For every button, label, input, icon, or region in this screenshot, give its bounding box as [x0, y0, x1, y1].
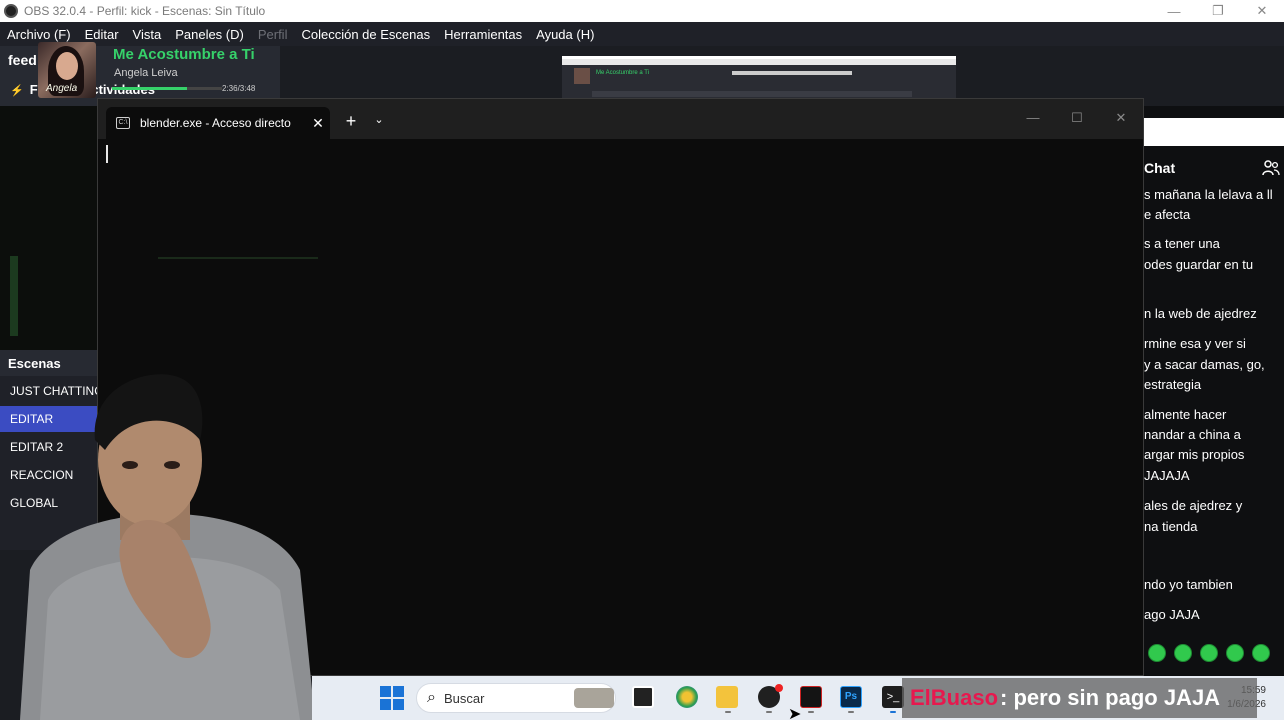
mouse-pointer-icon: ➤ [788, 706, 802, 720]
album-art: Angela [38, 42, 96, 98]
emote-icon[interactable] [1226, 644, 1244, 662]
start-tile [393, 686, 404, 697]
chat-message: almente hacer [1144, 407, 1227, 422]
preview-bar [732, 71, 852, 75]
menu-paneles[interactable]: Paneles (D) [168, 27, 251, 42]
chat-message: na tienda [1144, 519, 1198, 534]
overlay-message: : pero sin pago JAJA [1000, 685, 1221, 710]
start-tile [380, 699, 391, 710]
search-highlight-image [574, 688, 614, 708]
terminal-tab[interactable]: C:\ blender.exe - Acceso directo ✕ [106, 107, 330, 139]
windows-start-icon[interactable] [380, 686, 404, 710]
chat-message: ndo yo tambien [1144, 577, 1233, 592]
running-indicator [766, 711, 772, 713]
task-view-icon[interactable] [632, 686, 654, 708]
song-title: Me Acostumbre a Ti [113, 46, 255, 63]
chat-message: ago JAJA [1144, 607, 1200, 622]
close-icon[interactable]: ✕ [1240, 3, 1284, 19]
feed-label: feed [8, 52, 37, 68]
song-progress-bar [112, 87, 222, 90]
obs-window-title: OBS 32.0.4 - Perfil: kick - Escenas: Sin… [24, 4, 266, 18]
folder-icon[interactable] [716, 686, 738, 708]
chat-message: n la web de ajedrez [1144, 306, 1257, 321]
song-progress-fill [112, 87, 187, 90]
chat-message: s a tener una [1144, 236, 1220, 251]
chat-topbar [1144, 118, 1284, 146]
terminal-tab-label: blender.exe - Acceso directo [140, 116, 291, 130]
emote-icon[interactable] [1174, 644, 1192, 662]
obs-preview-thumbnail: Me Acostumbre a Ti [562, 56, 956, 98]
menu-vista[interactable]: Vista [126, 27, 169, 42]
terminal-icon[interactable]: >_ [882, 686, 904, 708]
emote-icon[interactable] [1252, 644, 1270, 662]
menu-herramientas[interactable]: Herramientas [437, 27, 529, 42]
album-art-signature: Angela [46, 83, 78, 94]
chrome-icon[interactable] [676, 686, 698, 708]
chat-header: Chat [1144, 160, 1176, 176]
overlay-username: ElBuaso [910, 685, 999, 710]
chat-message: argar mis propios [1144, 447, 1245, 462]
search-icon: ⌕ [427, 689, 436, 706]
search-placeholder: Buscar [443, 690, 485, 706]
preview-album-art [574, 68, 590, 84]
menu-editar[interactable]: Editar [78, 27, 126, 42]
preview-song-title: Me Acostumbre a Ti [596, 70, 650, 76]
obs-menubar: Archivo (F) Editar Vista Paneles (D) Per… [0, 22, 1284, 46]
album-art-face [56, 52, 78, 80]
chat-message: odes guardar en tu [1144, 257, 1254, 272]
preview-titlebar [562, 59, 956, 65]
menu-coleccion-escenas[interactable]: Colección de Escenas [294, 27, 437, 42]
maximize-icon[interactable]: ❐ [1196, 3, 1240, 19]
webcam-feed [20, 374, 315, 720]
song-artist: Angela Leiva [114, 67, 178, 79]
chat-message: s mañana la lelava a ll [1144, 187, 1273, 202]
running-indicator [725, 711, 731, 713]
active-indicator [890, 711, 896, 713]
video-glint [10, 256, 18, 336]
chat-message: nandar a china a [1144, 427, 1241, 442]
terminal-tabbar: C:\ blender.exe - Acceso directo ✕ + ⌄ —… [98, 99, 1143, 139]
preview-strip [592, 91, 912, 97]
running-indicator [848, 711, 854, 713]
photoshop-icon[interactable]: Ps [840, 686, 862, 708]
menu-ayuda[interactable]: Ayuda (H) [529, 27, 601, 42]
emote-row [1148, 644, 1270, 662]
chat-message: y a sacar damas, go, [1144, 357, 1265, 372]
menu-perfil[interactable]: Perfil [251, 27, 295, 42]
new-tab-icon[interactable]: + [342, 111, 360, 132]
chat-message: estrategia [1144, 377, 1202, 392]
obs-logo-icon [4, 4, 18, 18]
tab-close-icon[interactable]: ✕ [306, 115, 330, 132]
chat-overlay-banner: ElBuaso : pero sin pago JAJA [902, 678, 1257, 718]
menu-archivo[interactable]: Archivo (F) [0, 27, 78, 42]
start-tile [393, 699, 404, 710]
bolt-icon: ⚡ [10, 85, 24, 97]
minimize-icon[interactable]: — [1152, 4, 1196, 19]
video-background [0, 106, 98, 350]
running-indicator [808, 711, 814, 713]
terminal-artifact [158, 257, 318, 259]
terminal-tab-icon: C:\ [116, 117, 130, 129]
start-tile [380, 686, 391, 697]
chat-message: JAJAJA [1144, 468, 1190, 483]
notification-badge [775, 684, 783, 692]
users-icon[interactable] [1262, 160, 1280, 176]
song-time: 2:36/3:48 [222, 84, 256, 93]
app-icon[interactable] [800, 686, 822, 708]
chat-message: rmine esa y ver si [1144, 336, 1246, 351]
emote-icon[interactable] [1148, 644, 1166, 662]
terminal-close-icon[interactable]: ✕ [1099, 99, 1143, 139]
chevron-down-icon[interactable]: ⌄ [372, 113, 386, 126]
terminal-minimize-icon[interactable]: — [1011, 99, 1055, 139]
chat-message: e afecta [1144, 207, 1191, 222]
chat-message: ales de ajedrez y [1144, 498, 1243, 513]
obs-titlebar: OBS 32.0.4 - Perfil: kick - Escenas: Sin… [0, 0, 1284, 22]
terminal-cursor [106, 145, 108, 163]
terminal-window-controls: — ☐ ✕ [1011, 99, 1143, 139]
emote-icon[interactable] [1200, 644, 1218, 662]
terminal-maximize-icon[interactable]: ☐ [1055, 99, 1099, 139]
